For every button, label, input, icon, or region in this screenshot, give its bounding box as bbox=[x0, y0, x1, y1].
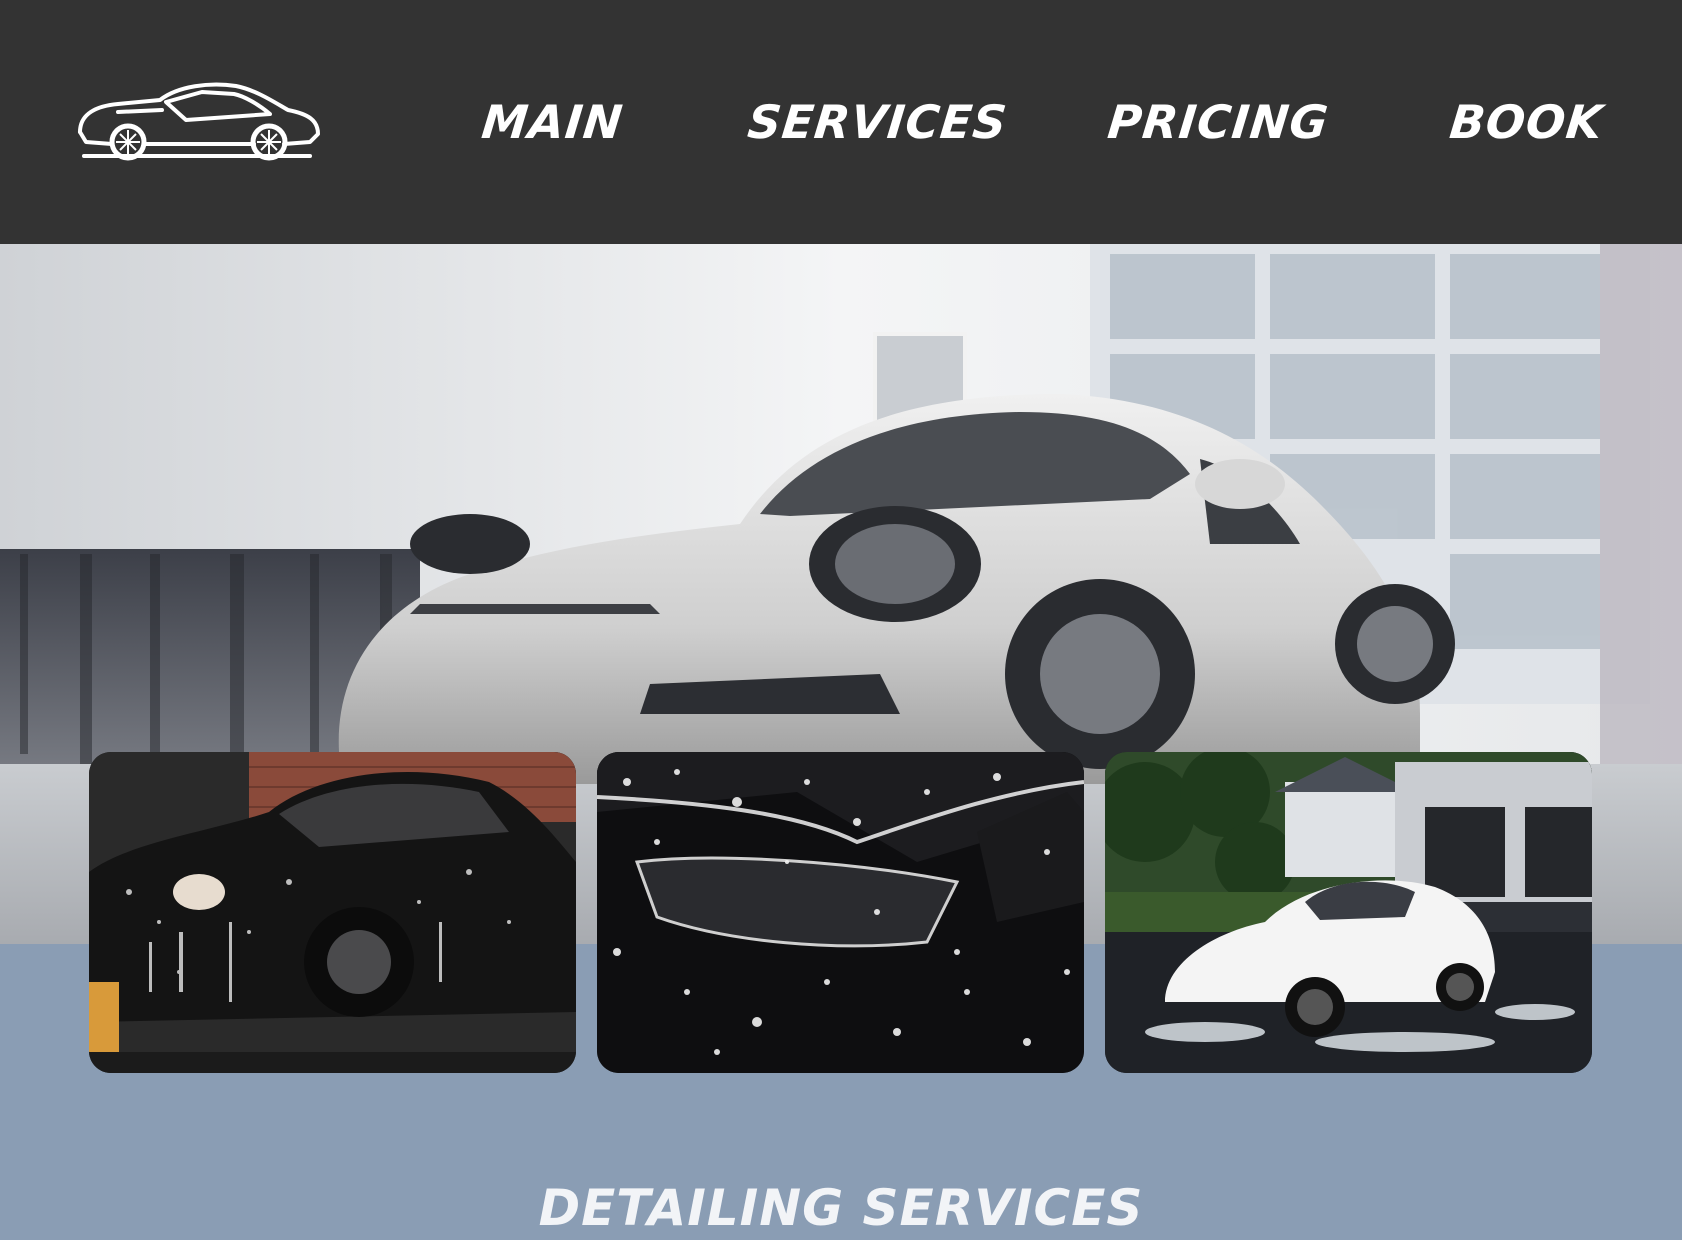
gallery-card-1[interactable] bbox=[89, 752, 576, 1073]
gallery-card-3[interactable] bbox=[1105, 752, 1592, 1073]
site-header: MAIN SERVICES PRICING BOOK bbox=[0, 0, 1682, 244]
gallery-image bbox=[1105, 752, 1592, 1073]
gallery-image bbox=[89, 752, 576, 1073]
nav-services[interactable]: SERVICES bbox=[745, 92, 1010, 152]
gallery-row bbox=[89, 752, 1593, 1073]
section-title: DETAILING SERVICES bbox=[538, 1179, 1144, 1237]
nav-pricing[interactable]: PRICING bbox=[1105, 92, 1332, 152]
gallery-card-2[interactable] bbox=[597, 752, 1084, 1073]
gallery-image bbox=[597, 752, 1084, 1073]
nav-book[interactable]: BOOK bbox=[1447, 92, 1606, 152]
sports-car-icon[interactable] bbox=[74, 80, 324, 164]
nav-main[interactable]: MAIN bbox=[479, 92, 626, 152]
